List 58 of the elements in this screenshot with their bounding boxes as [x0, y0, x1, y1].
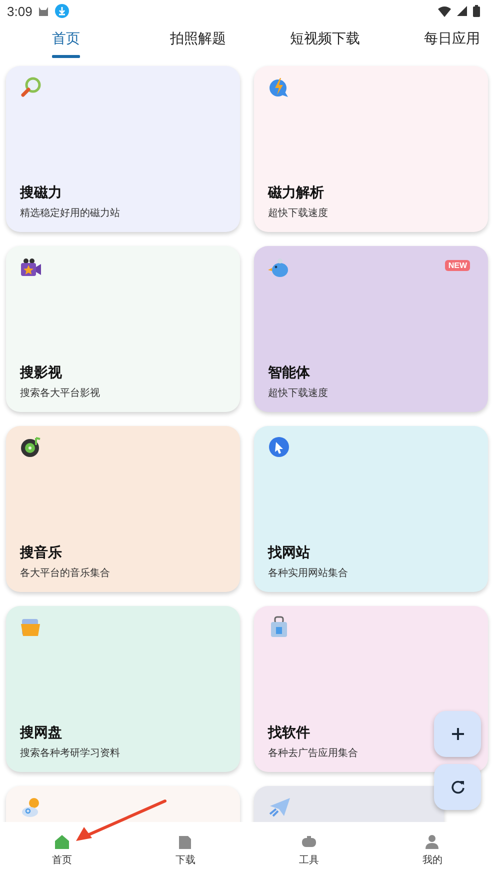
nav-item[interactable]: 首页 [0, 822, 124, 878]
card-title: 搜网盘 [20, 724, 62, 742]
feature-card[interactable]: 搜影视 搜索各大平台影视 [6, 246, 240, 412]
card-subtitle: 各大平台的音乐集合 [20, 566, 110, 580]
cat-icon [38, 6, 50, 16]
house-icon [54, 834, 70, 850]
person-icon [424, 834, 440, 850]
wifi-icon [438, 6, 451, 16]
card-title: 搜影视 [20, 364, 62, 382]
tab[interactable]: 短视频下载 [290, 22, 360, 54]
card-subtitle: 超快下载速度 [268, 386, 328, 400]
refresh-button[interactable] [434, 764, 481, 810]
signal-icon [457, 6, 467, 16]
card-subtitle: 各种去广告应用集合 [268, 746, 358, 760]
briefcase-icon [300, 834, 317, 850]
folder-icon [177, 834, 194, 850]
card-subtitle: 精选稳定好用的磁力站 [20, 206, 120, 220]
paper-plane-icon [268, 796, 292, 818]
card-title: 找软件 [268, 724, 310, 742]
tab[interactable]: 每日应用 [424, 22, 480, 54]
movie-camera-icon [20, 256, 42, 278]
nav-label: 我的 [422, 854, 442, 867]
feature-card[interactable]: NEW 智能体 超快下载速度 [254, 246, 488, 412]
nav-item[interactable]: 我的 [370, 822, 494, 878]
nav-label: 工具 [298, 854, 319, 867]
compass-icon [268, 436, 290, 458]
status-time: 3:09 [7, 4, 32, 18]
refresh-icon [450, 780, 464, 794]
card-title: 搜磁力 [20, 184, 62, 202]
lightning-bubble-icon [268, 76, 290, 98]
feature-card[interactable]: 搜音乐 各大平台的音乐集合 [6, 426, 240, 592]
feature-card[interactable]: 找网站 各种实用网站集合 [254, 426, 488, 592]
nav-item[interactable]: 下载 [124, 822, 247, 878]
new-badge: NEW [445, 260, 470, 271]
card-subtitle: 超快下载速度 [268, 206, 328, 220]
folder-icon [20, 616, 42, 638]
feature-card[interactable]: 磁力解析 超快下载速度 [254, 66, 488, 232]
tab[interactable]: 拍照解题 [170, 22, 226, 54]
feature-card[interactable]: 找软件 各种去广告应用集合 [254, 606, 488, 772]
add-button[interactable] [434, 711, 481, 757]
card-title: 搜音乐 [20, 544, 62, 562]
feature-card[interactable]: 搜网盘 搜索各种考研学习资料 [6, 606, 240, 772]
feature-card[interactable]: 搜磁力 精选稳定好用的磁力站 [6, 66, 240, 232]
plus-icon [452, 728, 464, 740]
bird-icon [268, 256, 290, 278]
music-disc-icon [20, 436, 42, 458]
card-title: 智能体 [268, 364, 310, 382]
magnifier-icon [20, 76, 42, 98]
card-subtitle: 搜索各种考研学习资料 [20, 746, 120, 760]
nav-item[interactable]: 工具 [247, 822, 370, 878]
nav-label: 首页 [52, 854, 72, 867]
card-title: 找网站 [268, 544, 310, 562]
battery-icon [473, 5, 480, 17]
nav-label: 下载 [175, 854, 196, 867]
card-subtitle: 搜索各大平台影视 [20, 386, 100, 400]
download-icon [55, 4, 70, 18]
card-subtitle: 各种实用网站集合 [268, 566, 348, 580]
card-title: 磁力解析 [268, 184, 324, 202]
